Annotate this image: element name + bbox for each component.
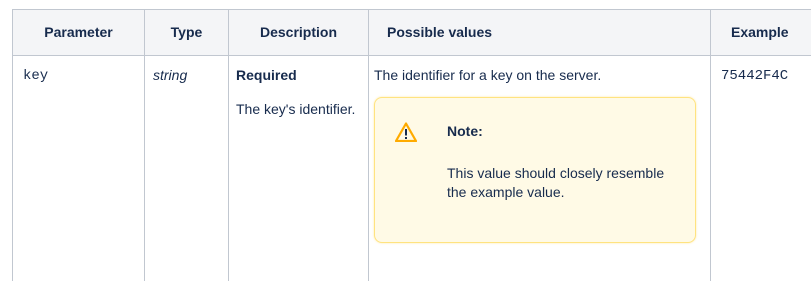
warning-icon (394, 122, 418, 143)
parameter-type: string (153, 67, 188, 83)
header-description: Description (228, 9, 369, 56)
header-possible-values: Possible values (368, 9, 711, 56)
header-parameter-label: Parameter (44, 24, 113, 40)
cell-parameter: key (12, 55, 145, 281)
table-header-row: Parameter Type Description Possible valu… (12, 9, 811, 56)
header-example: Example (710, 9, 811, 56)
note-panel: Note: This value should closely resemble… (374, 97, 696, 243)
cell-description: Required The key's identifier. (228, 55, 369, 281)
header-type-label: Type (170, 24, 203, 40)
cell-possible-values: The identifier for a key on the server. … (368, 55, 711, 281)
table-row: key string Required The key's identifier… (12, 55, 811, 281)
parameter-name: key (23, 68, 49, 84)
cell-type: string (144, 55, 229, 281)
example-value: 75442F4C (721, 68, 789, 84)
note-body: This value should closely resemble the e… (447, 165, 665, 200)
parameters-table: Parameter Type Description Possible valu… (12, 9, 811, 281)
cell-example: 75442F4C (710, 55, 811, 281)
header-description-label: Description (259, 24, 337, 40)
note-title: Note: (447, 123, 483, 139)
required-label: Required (236, 67, 297, 83)
header-possible-values-label: Possible values (387, 24, 493, 40)
possible-values-text: The identifier for a key on the server. (374, 67, 602, 83)
description-text: The key's identifier. (236, 101, 356, 117)
header-parameter: Parameter (12, 9, 145, 56)
header-type: Type (144, 9, 229, 56)
header-example-label: Example (731, 24, 789, 40)
